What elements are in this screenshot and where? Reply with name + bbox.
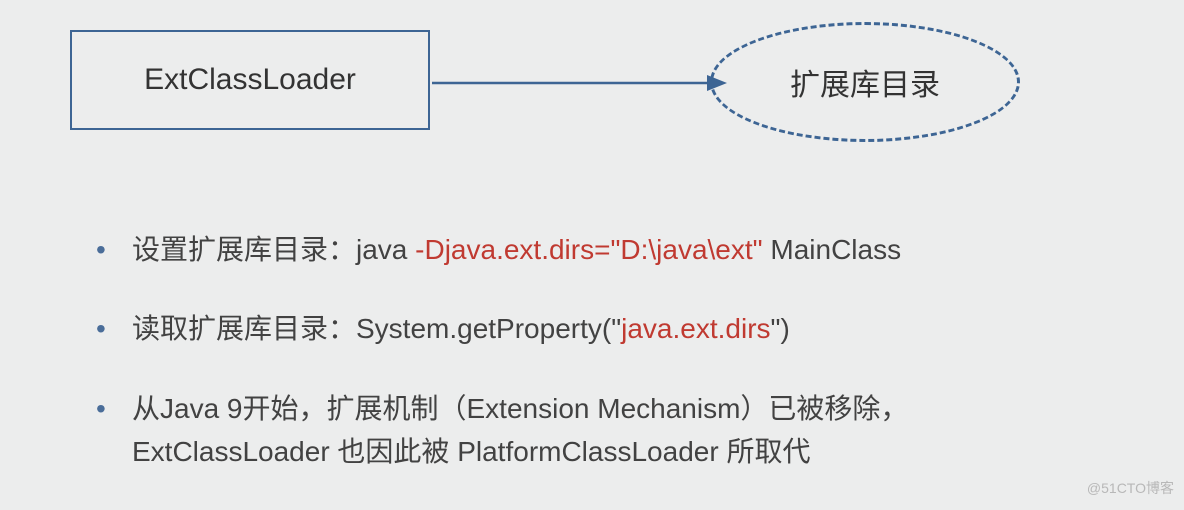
ext-dir-ellipse: 扩展库目录 xyxy=(710,22,1020,142)
highlight: java.ext.dirs xyxy=(621,313,770,344)
text: ") xyxy=(771,313,790,344)
text: MainClass xyxy=(763,234,901,265)
text: 设置扩展库目录：java xyxy=(132,234,415,265)
list-item: 设置扩展库目录：java -Djava.ext.dirs="D:\java\ex… xyxy=(90,228,1090,271)
ellipse-label: 扩展库目录 xyxy=(790,60,940,104)
text: 从Java 9开始，扩展机制（Extension Mechanism）已被移除， xyxy=(132,393,908,424)
arrow-icon xyxy=(432,68,732,98)
text: ExtClassLoader 也因此被 PlatformClassLoader … xyxy=(132,436,810,467)
bullet-list: 设置扩展库目录：java -Djava.ext.dirs="D:\java\ex… xyxy=(90,228,1090,510)
list-item: 从Java 9开始，扩展机制（Extension Mechanism）已被移除，… xyxy=(90,387,1090,474)
class-loader-box: ExtClassLoader xyxy=(70,30,430,130)
highlight: -Djava.ext.dirs="D:\java\ext" xyxy=(415,234,762,265)
diagram: ExtClassLoader 扩展库目录 xyxy=(70,30,1070,160)
box-label: ExtClassLoader xyxy=(144,63,356,97)
watermark: @51CTO博客 xyxy=(1087,478,1174,498)
text: 读取扩展库目录：System.getProperty(" xyxy=(132,313,621,344)
list-item: 读取扩展库目录：System.getProperty("java.ext.dir… xyxy=(90,307,1090,350)
